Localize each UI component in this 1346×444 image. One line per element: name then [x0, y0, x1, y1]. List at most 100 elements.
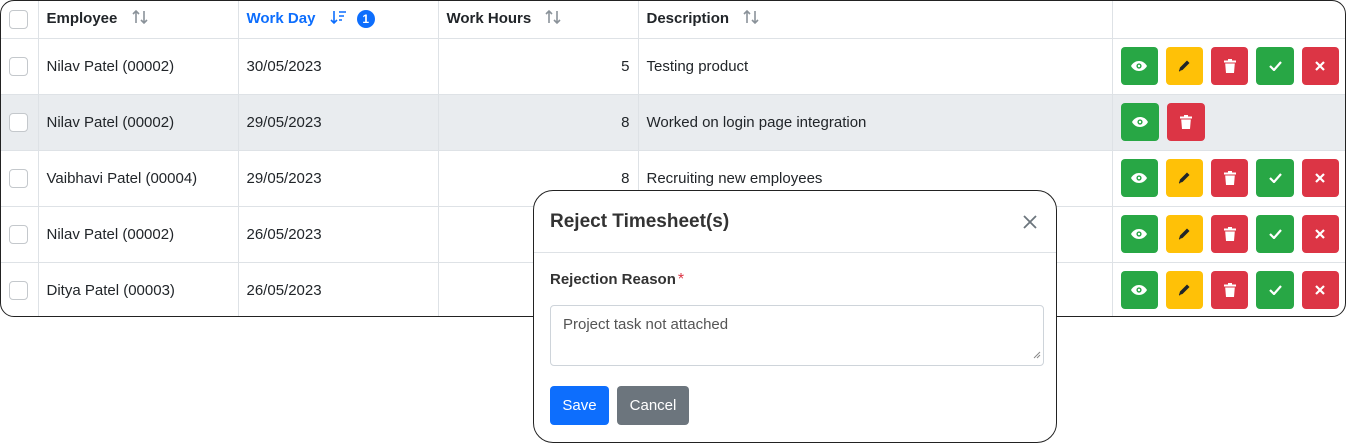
check-icon — [1268, 229, 1282, 239]
employee-cell: Vaibhavi Patel (00004) — [38, 150, 239, 207]
column-header-label: Work Hours — [446, 10, 532, 28]
delete-button[interactable] — [1211, 47, 1249, 85]
edit-button[interactable] — [1165, 215, 1204, 253]
column-header-employee[interactable]: Employee — [38, 1, 239, 39]
approve-button[interactable] — [1256, 47, 1294, 85]
edit-button[interactable] — [1165, 271, 1204, 310]
reject-button[interactable] — [1301, 271, 1339, 310]
view-button[interactable] — [1120, 271, 1158, 310]
approve-button[interactable] — [1256, 271, 1294, 310]
trash-icon — [1223, 59, 1236, 73]
pencil-icon — [1177, 59, 1191, 73]
delete-button[interactable] — [1166, 103, 1205, 141]
description-cell: Testing product — [638, 38, 1113, 95]
row-checkbox[interactable] — [9, 224, 28, 244]
row-checkbox[interactable] — [9, 280, 28, 300]
modal-title: Reject Timesheet(s) — [550, 210, 730, 232]
table-row[interactable]: Nilav Patel (00002) 29/05/2023 8 Worked on … — [1, 94, 1345, 151]
delete-button[interactable] — [1211, 159, 1249, 197]
close-icon[interactable] — [1020, 212, 1040, 232]
actions-cell — [1112, 262, 1345, 316]
row-select-cell — [1, 150, 39, 207]
x-icon — [1315, 173, 1326, 183]
table-header-row: Employee Work Day 1 Work Hours Descripti… — [1, 1, 1345, 39]
view-button[interactable] — [1120, 103, 1159, 141]
delete-button[interactable] — [1211, 271, 1249, 310]
sort-icon[interactable] — [545, 9, 562, 29]
employee-cell: Nilav Patel (00002) — [38, 38, 239, 95]
view-button[interactable] — [1120, 159, 1158, 197]
row-checkbox[interactable] — [9, 168, 28, 188]
x-icon — [1315, 61, 1326, 71]
column-header-label: Employee — [46, 10, 118, 28]
sort-order-badge: 1 — [356, 10, 375, 29]
eye-icon — [1130, 284, 1148, 296]
textarea-value: Project task not attached — [563, 316, 729, 333]
eye-icon — [1130, 228, 1148, 240]
sort-icon[interactable] — [131, 9, 149, 29]
row-select-cell — [1, 262, 39, 316]
row-select-cell — [1, 38, 39, 95]
modal-body: Rejection Reason * Project task not attac… — [534, 253, 1056, 366]
x-icon — [1315, 285, 1326, 296]
work-day-cell: 26/05/2023 — [238, 206, 439, 263]
view-button[interactable] — [1120, 215, 1158, 253]
edit-button[interactable] — [1165, 47, 1204, 85]
check-icon — [1268, 173, 1282, 183]
sort-descending-icon[interactable] — [330, 9, 347, 29]
field-label: Rejection Reason — [550, 271, 676, 288]
view-button[interactable] — [1120, 47, 1158, 85]
reject-button[interactable] — [1301, 215, 1339, 253]
select-all-checkbox[interactable] — [9, 9, 28, 29]
work-hours-cell: 8 — [438, 94, 639, 151]
column-header-label: Description — [646, 10, 730, 28]
table-row[interactable]: Nilav Patel (00002) 30/05/2023 5 Testing pr… — [1, 38, 1345, 95]
trash-icon — [1179, 115, 1192, 129]
pencil-icon — [1177, 171, 1191, 185]
row-select-cell — [1, 94, 39, 151]
work-day-cell: 30/05/2023 — [238, 38, 439, 95]
rejection-reason-label: Rejection Reason * — [550, 271, 1040, 289]
x-icon — [1315, 229, 1326, 239]
actions-cell — [1112, 38, 1345, 95]
column-header-label: Work Day — [246, 10, 316, 28]
work-hours-cell: 5 — [438, 38, 639, 95]
reject-timesheet-modal: Reject Timesheet(s) Rejection Reason * Pr… — [533, 190, 1057, 443]
delete-button[interactable] — [1211, 215, 1249, 253]
modal-header: Reject Timesheet(s) — [534, 191, 1056, 253]
sort-icon[interactable] — [743, 9, 760, 29]
description-cell: Worked on login page integration — [638, 94, 1113, 151]
approve-button[interactable] — [1256, 215, 1294, 253]
check-icon — [1268, 61, 1282, 71]
work-day-cell: 26/05/2023 — [238, 262, 439, 316]
actions-cell — [1112, 206, 1345, 263]
reject-button[interactable] — [1301, 159, 1339, 197]
column-header-work-day[interactable]: Work Day 1 — [238, 1, 439, 39]
column-header-work-hours[interactable]: Work Hours — [438, 1, 639, 39]
eye-icon — [1131, 116, 1149, 128]
pencil-icon — [1177, 283, 1191, 297]
cancel-button[interactable]: Cancel — [617, 386, 689, 425]
eye-icon — [1130, 172, 1148, 184]
trash-icon — [1223, 227, 1236, 241]
edit-button[interactable] — [1165, 159, 1204, 197]
select-all-cell — [1, 1, 39, 39]
reject-button[interactable] — [1301, 47, 1339, 85]
resize-grip-icon[interactable] — [1033, 346, 1041, 363]
pencil-icon — [1177, 227, 1191, 241]
approve-button[interactable] — [1256, 159, 1294, 197]
modal-footer: Save Cancel — [534, 366, 1056, 425]
row-select-cell — [1, 206, 39, 263]
save-button[interactable]: Save — [550, 386, 609, 425]
row-checkbox[interactable] — [9, 112, 28, 132]
work-day-cell: 29/05/2023 — [238, 150, 439, 207]
row-checkbox[interactable] — [9, 56, 28, 76]
rejection-reason-textarea[interactable]: Project task not attached — [550, 305, 1044, 366]
column-header-description[interactable]: Description — [638, 1, 1113, 39]
required-asterisk: * — [677, 271, 685, 288]
actions-cell — [1112, 94, 1345, 151]
eye-icon — [1130, 60, 1148, 72]
employee-cell: Nilav Patel (00002) — [38, 94, 239, 151]
employee-cell: Nilav Patel (00002) — [38, 206, 239, 263]
column-header-actions — [1112, 1, 1345, 39]
